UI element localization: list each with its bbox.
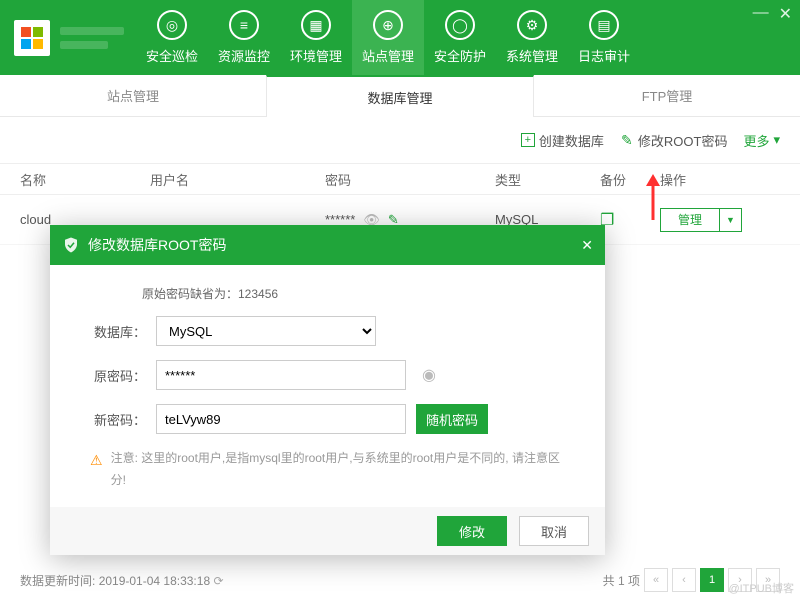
confirm-button[interactable]: 修改 bbox=[437, 516, 507, 546]
random-password-button[interactable]: 随机密码 bbox=[416, 404, 488, 434]
create-db-button[interactable]: +创建数据库 bbox=[521, 131, 604, 150]
titlebar: ◎安全巡检≡资源监控▦环境管理⊕站点管理◯安全防护⚙系统管理▤日志审计 ― ✕ bbox=[0, 0, 800, 75]
page-current[interactable]: 1 bbox=[700, 568, 724, 592]
db-select[interactable]: MySQL bbox=[156, 316, 376, 346]
new-password-input[interactable] bbox=[156, 404, 406, 434]
modify-root-password-button[interactable]: ✎修改ROOT密码 bbox=[620, 131, 728, 150]
main-nav: ◎安全巡检≡资源监控▦环境管理⊕站点管理◯安全防护⚙系统管理▤日志审计 bbox=[136, 0, 640, 75]
warning-note: ⚠ 注意: 这里的root用户,是指mysql里的root用户,与系统里的roo… bbox=[90, 448, 565, 491]
close-icon[interactable]: ✕ bbox=[779, 4, 792, 24]
status-bar: 数据更新时间: 2019-01-04 18:33:18 ⟳ 共 1 项 « ‹ … bbox=[0, 568, 800, 592]
nav-站点管理[interactable]: ⊕站点管理 bbox=[352, 0, 424, 75]
plus-icon: + bbox=[521, 133, 535, 147]
nav-icon: ≡ bbox=[229, 10, 259, 40]
old-password-label: 原密码： bbox=[90, 366, 146, 385]
window-controls: ― ✕ bbox=[753, 4, 792, 24]
default-password-hint: 原始密码缺省为：123456 bbox=[142, 285, 565, 302]
app-logo bbox=[14, 20, 50, 56]
subtab-FTP管理[interactable]: FTP管理 bbox=[534, 75, 800, 116]
dialog-close-icon[interactable]: ✕ bbox=[581, 237, 593, 254]
modify-root-password-dialog: 修改数据库ROOT密码 ✕ 原始密码缺省为：123456 数据库： MySQL … bbox=[50, 225, 605, 555]
cancel-button[interactable]: 取消 bbox=[519, 516, 589, 546]
old-password-input[interactable] bbox=[156, 360, 406, 390]
dialog-title: 修改数据库ROOT密码 bbox=[88, 235, 226, 255]
shield-icon bbox=[62, 236, 80, 254]
nav-icon: ◯ bbox=[445, 10, 475, 40]
subtab-站点管理[interactable]: 站点管理 bbox=[0, 75, 266, 116]
manage-button[interactable]: 管理 bbox=[660, 208, 720, 232]
new-password-label: 新密码： bbox=[90, 410, 146, 429]
more-menu[interactable]: 更多 ▾ bbox=[743, 131, 780, 150]
caret-down-icon: ▾ bbox=[773, 132, 780, 148]
minimize-icon[interactable]: ― bbox=[753, 4, 769, 24]
toolbar: +创建数据库 ✎修改ROOT密码 更多 ▾ bbox=[0, 117, 800, 163]
nav-日志审计[interactable]: ▤日志审计 bbox=[568, 0, 640, 75]
watermark: @ITPUB博客 bbox=[728, 580, 794, 596]
table-header: 名称 用户名 密码 类型 备份 操作 bbox=[0, 163, 800, 195]
title-placeholder bbox=[60, 27, 124, 49]
nav-icon: ⊕ bbox=[373, 10, 403, 40]
nav-系统管理[interactable]: ⚙系统管理 bbox=[496, 0, 568, 75]
sub-tabs: 站点管理数据库管理FTP管理 bbox=[0, 75, 800, 117]
manage-dropdown[interactable]: ▼ bbox=[720, 208, 742, 232]
page-first[interactable]: « bbox=[644, 568, 668, 592]
nav-资源监控[interactable]: ≡资源监控 bbox=[208, 0, 280, 75]
warning-icon: ⚠ bbox=[90, 448, 103, 491]
nav-环境管理[interactable]: ▦环境管理 bbox=[280, 0, 352, 75]
nav-icon: ⚙ bbox=[517, 10, 547, 40]
edit-icon: ✎ bbox=[620, 133, 634, 147]
page-prev[interactable]: ‹ bbox=[672, 568, 696, 592]
nav-安全防护[interactable]: ◯安全防护 bbox=[424, 0, 496, 75]
refresh-icon[interactable]: ⟳ bbox=[213, 574, 223, 588]
eye-icon[interactable]: ◉ bbox=[422, 365, 436, 385]
db-label: 数据库： bbox=[90, 322, 146, 341]
subtab-数据库管理[interactable]: 数据库管理 bbox=[266, 75, 534, 117]
nav-安全巡检[interactable]: ◎安全巡检 bbox=[136, 0, 208, 75]
nav-icon: ▦ bbox=[301, 10, 331, 40]
nav-icon: ▤ bbox=[589, 10, 619, 40]
nav-icon: ◎ bbox=[157, 10, 187, 40]
